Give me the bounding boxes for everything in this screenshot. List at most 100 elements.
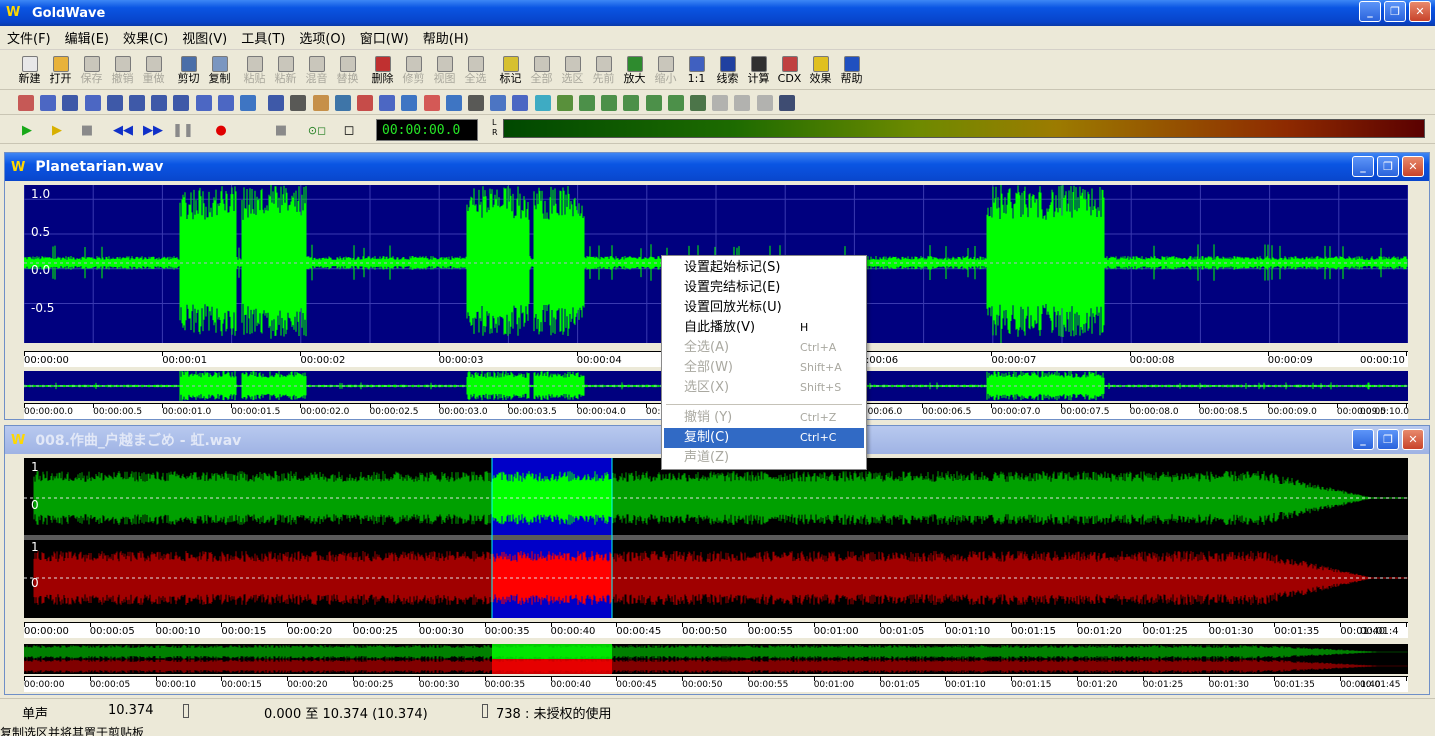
toolbar-button-14[interactable]: 全选 xyxy=(460,54,491,88)
toolbar-button-1[interactable]: 打开 xyxy=(45,54,76,88)
effect-tool-25-icon[interactable] xyxy=(579,95,595,111)
toolbar-button-16[interactable]: 全部 xyxy=(526,54,557,88)
doc-minimize-button[interactable]: _ xyxy=(1352,156,1374,177)
effect-tool-33-icon[interactable] xyxy=(757,95,773,111)
toolbar-button-12[interactable]: 修剪 xyxy=(398,54,429,88)
toolbar-button-22[interactable]: 线索 xyxy=(712,54,743,88)
effect-tool-20-icon[interactable] xyxy=(468,95,484,111)
context-menu-item-7[interactable]: 撤销 (Y) Ctrl+Z xyxy=(664,408,864,428)
toolbar-button-10[interactable]: 替换 xyxy=(332,54,363,88)
menu-item-2[interactable]: 效果(C) xyxy=(116,28,175,47)
toolbar-button-3[interactable]: 撤销 xyxy=(107,54,138,88)
toolbar-button-11[interactable]: 删除 xyxy=(367,54,398,88)
effect-tool-26-icon[interactable] xyxy=(601,95,617,111)
menu-item-0[interactable]: 文件(F) xyxy=(0,28,58,47)
effect-tool-23-icon[interactable] xyxy=(535,95,551,111)
toolbar-button-20[interactable]: 缩小 xyxy=(650,54,681,88)
effect-tool-21-icon[interactable] xyxy=(490,95,506,111)
toolbar-button-21[interactable]: 1:1 xyxy=(681,54,712,88)
toolbar-button-7[interactable]: 粘贴 xyxy=(239,54,270,88)
toolbar-button-0[interactable]: 新建 xyxy=(14,54,45,88)
effect-tool-4-icon[interactable] xyxy=(107,95,123,111)
doc-maximize-button[interactable]: ❐ xyxy=(1377,429,1399,450)
toolbar-button-9[interactable]: 混音 xyxy=(301,54,332,88)
effect-tool-0-icon[interactable] xyxy=(18,95,34,111)
toolbar-button-5[interactable]: 剪切 xyxy=(173,54,204,88)
effect-tool-5-icon[interactable] xyxy=(129,95,145,111)
play-icon[interactable]: ▶ xyxy=(16,120,38,140)
record-icon[interactable]: ● xyxy=(210,120,232,140)
effect-tool-9-icon[interactable] xyxy=(218,95,234,111)
toolbar-button-26[interactable]: 帮助 xyxy=(836,54,867,88)
effect-tool-24-icon[interactable] xyxy=(557,95,573,111)
context-menu-item-8[interactable]: 复制(C) Ctrl+C xyxy=(664,428,864,448)
context-menu-item-1[interactable]: 设置完结标记(E) xyxy=(664,278,864,298)
context-menu-item-9[interactable]: 声道(Z) xyxy=(664,448,864,468)
context-menu-item-3[interactable]: 自此播放(V) H xyxy=(664,318,864,338)
doc-close-button[interactable]: ✕ xyxy=(1402,156,1424,177)
effect-tool-6-icon[interactable] xyxy=(151,95,167,111)
menu-item-3[interactable]: 视图(V) xyxy=(175,28,234,47)
context-menu-item-6[interactable]: 选区(X) Shift+S xyxy=(664,378,864,398)
context-menu-item-2[interactable]: 设置回放光标(U) xyxy=(664,298,864,318)
effect-tool-14-icon[interactable] xyxy=(335,95,351,111)
app-titlebar[interactable]: W GoldWave _ ❐ ✕ xyxy=(0,0,1435,26)
doc-close-button[interactable]: ✕ xyxy=(1402,429,1424,450)
effect-tool-22-icon[interactable] xyxy=(512,95,528,111)
doc-maximize-button[interactable]: ❐ xyxy=(1377,156,1399,177)
effect-tool-17-icon[interactable] xyxy=(401,95,417,111)
effect-tool-18-icon[interactable] xyxy=(424,95,440,111)
monitor-icon[interactable]: ⊙◻ xyxy=(306,120,328,140)
effect-tool-32-icon[interactable] xyxy=(734,95,750,111)
stop-icon[interactable]: ■ xyxy=(76,120,98,140)
effect-tool-29-icon[interactable] xyxy=(668,95,684,111)
effect-tool-2-icon[interactable] xyxy=(62,95,78,111)
toolbar-button-13[interactable]: 视图 xyxy=(429,54,460,88)
pause-icon[interactable]: ❚❚ xyxy=(172,120,194,140)
toolbar-button-15[interactable]: 标记 xyxy=(495,54,526,88)
fast-forward-icon[interactable]: ▶▶ xyxy=(142,120,164,140)
time-ruler[interactable]: 00:00:00 00:00:05 00:00:10 00:00:15 00:00:20… xyxy=(24,622,1408,638)
context-menu-item-0[interactable]: 设置起始标记(S) xyxy=(664,258,864,278)
effect-tool-8-icon[interactable] xyxy=(196,95,212,111)
effect-tool-15-icon[interactable] xyxy=(357,95,373,111)
effect-tool-28-icon[interactable] xyxy=(646,95,662,111)
effect-tool-1-icon[interactable] xyxy=(40,95,56,111)
waveform-stereo[interactable] xyxy=(24,458,1408,618)
effect-tool-30-icon[interactable] xyxy=(690,95,706,111)
toolbar-button-24[interactable]: CDX xyxy=(774,54,805,88)
toolbar-button-19[interactable]: 放大 xyxy=(619,54,650,88)
toolbar-button-18[interactable]: 先前 xyxy=(588,54,619,88)
effect-tool-7-icon[interactable] xyxy=(173,95,189,111)
doc-minimize-button[interactable]: _ xyxy=(1352,429,1374,450)
context-menu-item-5[interactable]: 全部(W) Shift+A xyxy=(664,358,864,378)
effect-tool-13-icon[interactable] xyxy=(313,95,329,111)
effect-tool-31-icon[interactable] xyxy=(712,95,728,111)
effect-tool-19-icon[interactable] xyxy=(446,95,462,111)
toolbar-button-6[interactable]: 复制 xyxy=(204,54,235,88)
effect-tool-3-icon[interactable] xyxy=(85,95,101,111)
menu-item-5[interactable]: 选项(O) xyxy=(292,28,352,47)
stop-record-icon[interactable]: ■ xyxy=(270,120,292,140)
effect-tool-12-icon[interactable] xyxy=(290,95,306,111)
effect-tool-27-icon[interactable] xyxy=(623,95,639,111)
play-selection-icon[interactable]: ▶ xyxy=(46,120,68,140)
effect-tool-10-icon[interactable] xyxy=(240,95,256,111)
waveform-overview[interactable] xyxy=(24,644,1408,674)
menu-item-4[interactable]: 工具(T) xyxy=(234,28,292,47)
effect-tool-16-icon[interactable] xyxy=(379,95,395,111)
effect-tool-11-icon[interactable] xyxy=(268,95,284,111)
document-titlebar[interactable]: W Planetarian.wav _ ❐ ✕ xyxy=(5,153,1429,181)
overview-time-ruler[interactable]: 00:00:00 00:00:05 00:00:10 00:00:15 00:00:20… xyxy=(24,676,1408,692)
toolbar-button-23[interactable]: 计算 xyxy=(743,54,774,88)
settings-icon[interactable]: ◻ xyxy=(338,120,360,140)
maximize-button[interactable]: ❐ xyxy=(1384,1,1406,22)
toolbar-button-8[interactable]: 粘新 xyxy=(270,54,301,88)
menu-item-7[interactable]: 帮助(H) xyxy=(416,28,476,47)
close-button[interactable]: ✕ xyxy=(1409,1,1431,22)
menu-item-6[interactable]: 窗口(W) xyxy=(353,28,416,47)
toolbar-button-25[interactable]: 效果 xyxy=(805,54,836,88)
minimize-button[interactable]: _ xyxy=(1359,1,1381,22)
toolbar-button-2[interactable]: 保存 xyxy=(76,54,107,88)
toolbar-button-17[interactable]: 选区 xyxy=(557,54,588,88)
